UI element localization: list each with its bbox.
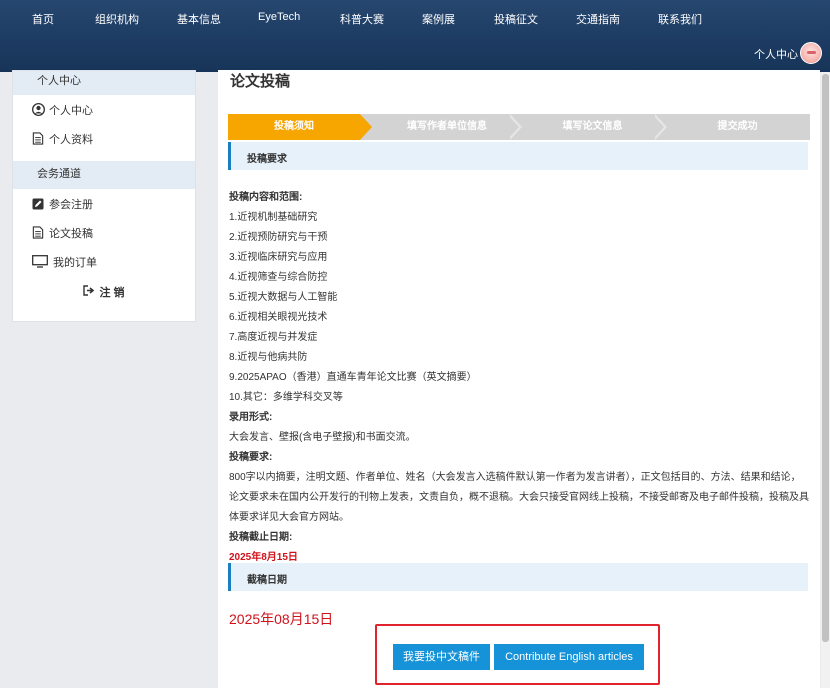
sidebar: 个人中心 个人中心 个人资料 会务通道 参会注册 论文投稿 我的订单 注 销 (12, 70, 196, 322)
step-arrow (360, 114, 372, 140)
list-item: 5.近视大数据与人工智能 (229, 292, 338, 303)
nav-item-contact-us[interactable]: 联系我们 (658, 11, 702, 27)
requirements-title: 投稿要求: (229, 452, 273, 463)
step-arrow (652, 114, 664, 140)
top-navigation-bar: 首页 组织机构 基本信息 EyeTech 科普大赛 案例展 投稿征文 交通指南 … (0, 0, 830, 72)
list-item: 1.近视机制基础研究 (229, 212, 318, 223)
list-item: 9.2025APAO（香港）直通车青年论文比赛（英文摘要） (229, 372, 477, 383)
list-item: 8.近视与他病共防 (229, 352, 308, 363)
section-title: 投稿要求 (247, 154, 287, 165)
scope-title: 投稿内容和范围: (229, 192, 303, 203)
deadline-title: 投稿截止日期: (229, 532, 293, 543)
requirements-text: 800字以内摘要，注明文题、作者单位、姓名（大会发言入选稿件默认第一作者为发言讲… (229, 472, 809, 523)
sidebar-item-personal-center[interactable]: 个人中心 (13, 95, 195, 124)
sidebar-item-label: 我的订单 (53, 256, 97, 269)
logout-button[interactable]: 注 销 (13, 284, 195, 300)
sidebar-item-paper-submission[interactable]: 论文投稿 (13, 218, 195, 247)
nav-item-basic-info[interactable]: 基本信息 (177, 11, 221, 27)
avatar[interactable] (800, 42, 822, 64)
step-arrow (507, 114, 519, 140)
nav-item-case-show[interactable]: 案例展 (422, 11, 455, 27)
document-icon (31, 132, 45, 146)
step-paper-info[interactable]: 填写论文信息 (520, 114, 665, 140)
step-author-info[interactable]: 填写作者单位信息 (374, 114, 520, 140)
sidebar-item-registration[interactable]: 参会注册 (13, 189, 195, 218)
main-panel: 论文投稿 投稿须知 填写作者单位信息 填写论文信息 提交成功 投稿要求 投稿内容… (218, 70, 820, 688)
section-header-deadline: 截稿日期 (228, 563, 808, 591)
list-item: 2.近视预防研究与干预 (229, 232, 328, 243)
main-nav: 首页 组织机构 基本信息 EyeTech 科普大赛 案例展 投稿征文 交通指南 … (0, 0, 830, 36)
scrollbar-thumb[interactable] (822, 74, 829, 642)
sidebar-section-personal: 个人中心 (13, 71, 195, 95)
submission-content: 投稿内容和范围: 1.近视机制基础研究 2.近视预防研究与干预 3.近视临床研究… (229, 188, 809, 568)
edit-icon (31, 197, 45, 211)
section-title: 截稿日期 (247, 575, 287, 586)
list-item: 6.近视相关眼视光技术 (229, 312, 328, 323)
logout-label: 注 销 (99, 287, 125, 299)
page-title: 论文投稿 (230, 73, 291, 90)
list-item: 10.其它：多维学科交叉等 (229, 392, 343, 403)
monitor-icon (31, 255, 49, 269)
list-item: 4.近视筛查与综合防控 (229, 272, 328, 283)
nav-item-eyetech[interactable]: EyeTech (258, 11, 300, 23)
sidebar-section-conference: 会务通道 (13, 161, 195, 189)
list-item: 7.高度近视与并发症 (229, 332, 318, 343)
sidebar-item-label: 个人中心 (49, 104, 93, 117)
sidebar-item-label: 个人资料 (49, 133, 93, 146)
nav-item-organization[interactable]: 组织机构 (95, 11, 139, 27)
nav-item-call-for-papers[interactable]: 投稿征文 (494, 11, 538, 27)
step-submission-notice[interactable]: 投稿须知 (228, 114, 360, 140)
format-text: 大会发言、壁报(含电子壁报)和书面交流。 (229, 432, 416, 443)
list-item: 3.近视临床研究与应用 (229, 252, 328, 263)
format-title: 录用形式: (229, 412, 273, 423)
submit-chinese-button[interactable]: 我要投中文稿件 (393, 644, 490, 670)
sidebar-item-personal-profile[interactable]: 个人资料 (13, 124, 195, 153)
step-submit-success[interactable]: 提交成功 (665, 114, 810, 140)
document-icon (31, 226, 45, 240)
submit-english-button[interactable]: Contribute English articles (494, 644, 644, 670)
nav-item-home[interactable]: 首页 (32, 11, 54, 27)
section-header-requirements: 投稿要求 (228, 142, 808, 170)
submission-steps: 投稿须知 填写作者单位信息 填写论文信息 提交成功 (228, 114, 810, 140)
sidebar-item-label: 参会注册 (49, 198, 93, 211)
deadline-date-large: 2025年08月15日 (229, 611, 334, 627)
nav-item-traffic-guide[interactable]: 交通指南 (576, 11, 620, 27)
user-circle-icon (31, 103, 45, 117)
sign-out-icon (83, 285, 95, 299)
nav-item-science-contest[interactable]: 科普大赛 (340, 11, 384, 27)
user-center-link[interactable]: 个人中心 (754, 46, 798, 62)
sidebar-item-my-orders[interactable]: 我的订单 (13, 247, 195, 276)
sidebar-item-label: 论文投稿 (49, 227, 93, 240)
